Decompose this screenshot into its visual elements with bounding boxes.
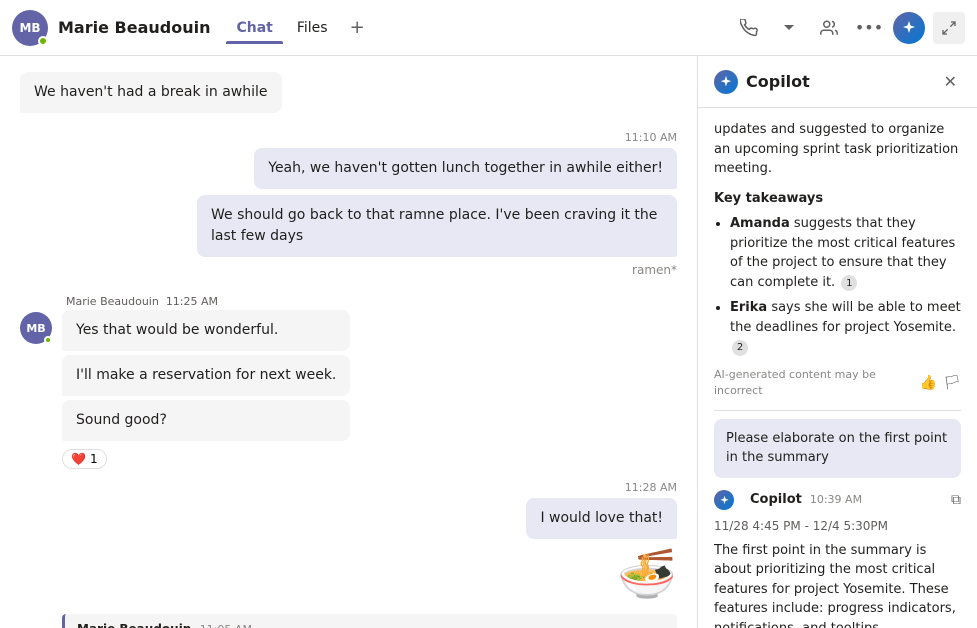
online-status-dot (38, 36, 48, 46)
message-bubble: I would love that! (526, 498, 677, 539)
incoming-message-with-avatar: MB Yes that would be wonderful. I'll mak… (20, 310, 677, 469)
more-options-button[interactable]: ••• (853, 12, 885, 44)
outgoing-message: I would love that! (20, 498, 677, 539)
copilot-header-button[interactable] (893, 12, 925, 44)
copilot-icon (714, 70, 738, 94)
chat-messages-area[interactable]: We haven't had a break in awhile 11:10 A… (0, 56, 697, 628)
outgoing-message: We should go back to that ramne place. I… (20, 195, 677, 257)
call-button[interactable] (733, 12, 765, 44)
reaction-count: 1 (90, 452, 98, 466)
incoming-message-with-avatar: Marie Beaudouin 11:05 AM Here is the lat… (20, 614, 677, 628)
message-bubble: Sound good? (62, 400, 350, 441)
contact-name: Marie Beaudouin (58, 18, 210, 37)
expand-button[interactable] (933, 12, 965, 44)
message-timestamp: 11:10 AM (20, 131, 677, 144)
reference-badge: 2 (732, 340, 748, 356)
ramen-correction: ramen* (632, 263, 677, 277)
participants-button[interactable] (813, 12, 845, 44)
user-avatar: MB (12, 10, 48, 46)
list-item: Erika says she will be able to meet the … (730, 298, 961, 357)
summary-text: updates and suggested to organize an upc… (714, 120, 961, 179)
message-timestamp: 11:28 AM (20, 481, 677, 494)
thumbs-down-icon[interactable]: 🏳 (943, 373, 961, 394)
user-query-bubble: Please elaborate on the first point in t… (714, 419, 961, 478)
close-copilot-button[interactable]: ✕ (940, 68, 961, 95)
message-bubbles-group: Yes that would be wonderful. I'll make a… (62, 310, 350, 469)
message-group: 11:10 AM Yeah, we haven't gotten lunch t… (20, 131, 677, 283)
ai-disclaimer: AI-generated content may be incorrect 👍 … (714, 367, 961, 400)
copilot-response-icon (714, 490, 734, 510)
add-tab-button[interactable]: + (342, 11, 373, 44)
main-content: We haven't had a break in awhile 11:10 A… (0, 56, 977, 628)
call-dropdown-button[interactable] (773, 12, 805, 44)
outgoing-message: ramen* (20, 263, 677, 277)
message-bubbles-group: Marie Beaudouin 11:05 AM Here is the lat… (62, 614, 677, 628)
copilot-body: updates and suggested to organize an upc… (698, 108, 977, 628)
incoming-message: We haven't had a break in awhile (20, 72, 677, 113)
message-group: Marie Beaudouin 11:25 AM MB Yes that wou… (20, 295, 677, 469)
sender-timestamp: Marie Beaudouin 11:25 AM (66, 295, 677, 308)
ellipsis-icon: ••• (855, 18, 883, 37)
tab-chat[interactable]: Chat (226, 14, 282, 42)
copilot-title: Copilot (746, 72, 940, 91)
outgoing-message: Yeah, we haven't gotten lunch together i… (20, 148, 677, 189)
copilot-response-header: Copilot 10:39 AM ⧉ (714, 490, 961, 511)
list-item: Amanda suggests that they prioritize the… (730, 214, 961, 292)
message-bubble: I'll make a reservation for next week. (62, 355, 350, 396)
header-actions: ••• (733, 12, 965, 44)
sender-avatar: MB (20, 312, 52, 344)
reaction-emoji: ❤️ (71, 452, 86, 466)
message-bubble: We haven't had a break in awhile (20, 72, 282, 113)
online-status-dot (44, 336, 52, 344)
ramen-emoji: 🍜 (20, 545, 677, 602)
header-nav: Chat Files + (226, 11, 372, 44)
copilot-panel: Copilot ✕ updates and suggested to organ… (697, 56, 977, 628)
quoted-message: Marie Beaudouin 11:05 AM Here is the lat… (62, 614, 677, 628)
key-takeaways-list: Amanda suggests that they prioritize the… (714, 214, 961, 357)
message-group: 11:28 AM I would love that! 🍜 (20, 481, 677, 602)
message-group: We haven't had a break in awhile (20, 72, 677, 119)
tab-files[interactable]: Files (287, 14, 338, 42)
reference-badge: 1 (841, 275, 857, 291)
message-bubble: Yes that would be wonderful. (62, 310, 350, 351)
copilot-panel-header: Copilot ✕ (698, 56, 977, 108)
feedback-icons: 👍 🏳 (920, 373, 961, 394)
message-bubble: We should go back to that ramne place. I… (197, 195, 677, 257)
divider (714, 410, 961, 411)
reaction-badge[interactable]: ❤️ 1 (62, 449, 107, 469)
app-header: MB Marie Beaudouin Chat Files + ••• (0, 0, 977, 56)
message-group: Marie Beaudouin 11:05 AM Here is the lat… (20, 614, 677, 628)
key-takeaways-title: Key takeaways (714, 189, 961, 209)
response-text: The first point in the summary is about … (714, 541, 961, 628)
message-bubble: Yeah, we haven't gotten lunch together i… (254, 148, 677, 189)
response-date-range: 11/28 4:45 PM - 12/4 5:30PM (714, 517, 961, 535)
thumbs-up-icon[interactable]: 👍 (920, 373, 937, 394)
copy-response-button[interactable]: ⧉ (951, 490, 961, 511)
